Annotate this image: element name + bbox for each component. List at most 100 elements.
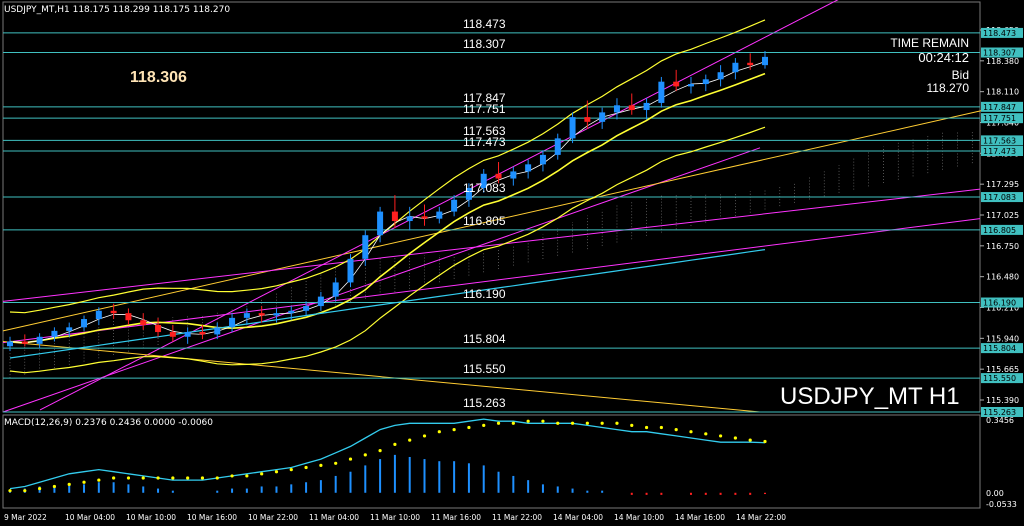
candle-bullish <box>95 310 102 320</box>
macd-signal-dot <box>437 430 441 434</box>
time-axis-label: 14 Mar 16:00 <box>675 513 725 522</box>
macd-signal-dot <box>422 434 427 438</box>
macd-header-info: MACD(12,26,9) 0.2376 0.2436 0.0000 -0.00… <box>4 418 214 428</box>
time-axis-label: 10 Mar 22:00 <box>248 513 298 522</box>
price-pane-border <box>2 1 981 413</box>
macd-signal-dot <box>659 425 663 430</box>
trend-line-magenta <box>2 147 761 413</box>
candle-bearish <box>199 332 206 335</box>
time-axis-label: 11 Mar 10:00 <box>370 513 420 522</box>
macd-signal-dot <box>585 421 589 425</box>
candle-bullish <box>406 216 413 222</box>
macd-signal-dot <box>452 428 456 432</box>
macd-signal-dot <box>378 449 382 453</box>
macd-signal-dot <box>704 432 708 436</box>
macd-signal-dot <box>230 474 234 478</box>
candle-bullish <box>214 327 221 335</box>
macd-signal-dot <box>334 461 338 465</box>
macd-signal-dot <box>363 453 367 457</box>
macd-signal-dot <box>556 421 560 425</box>
macd-signal-dot <box>763 439 767 444</box>
candle-bearish <box>125 313 132 321</box>
candle-bullish <box>658 81 665 103</box>
macd-signal-dot <box>171 476 175 480</box>
macd-signal-dot <box>511 421 515 425</box>
macd-signal-dot <box>541 419 545 423</box>
level-price-tag-text: 117.083 <box>983 193 1016 202</box>
chart-window: 118.650118.380118.110117.840117.570117.2… <box>0 0 1024 526</box>
candle-bearish <box>140 320 147 325</box>
candle-bearish <box>673 81 680 87</box>
macd-signal-dot <box>600 421 604 425</box>
time-axis-label: 14 Mar 22:00 <box>736 513 786 522</box>
macd-signal-dot <box>393 442 397 446</box>
price-tick-label: 115.665 <box>986 365 1019 374</box>
candle-bullish <box>184 332 191 337</box>
macd-signal-dot <box>260 472 264 476</box>
candle-bearish <box>155 324 162 333</box>
level-label: 115.263 <box>463 396 506 410</box>
price-tick-label: 118.110 <box>986 88 1019 97</box>
macd-tick-label: -0.0533 <box>986 500 1017 509</box>
candle-bullish <box>288 310 295 314</box>
candle-bullish <box>599 112 606 122</box>
candle-bullish <box>362 235 369 259</box>
macd-signal-dot <box>304 465 308 470</box>
level-label: 116.190 <box>463 286 506 301</box>
macd-pane-border <box>2 414 981 509</box>
price-tick-label: 116.480 <box>986 273 1019 282</box>
candle-bullish <box>613 105 620 113</box>
macd-signal-dot <box>186 476 190 480</box>
chart-header-info: USDJPY_MT,H1 118.175 118.299 118.175 118… <box>4 5 231 15</box>
bid-label: Bid <box>951 68 969 82</box>
macd-tick-label: 0.00 <box>986 489 1004 498</box>
macd-signal-dot <box>126 476 131 480</box>
time-axis-label: 9 Mar 2022 <box>4 513 47 522</box>
candle-bullish <box>303 306 310 311</box>
macd-signal-dot <box>496 421 501 425</box>
macd-signal-dot <box>141 476 145 480</box>
candle-bearish <box>391 211 398 222</box>
price-tick-label: 115.390 <box>986 396 1019 405</box>
macd-signal-dot <box>215 476 219 480</box>
level-label: 118.307 <box>463 36 506 51</box>
candle-bullish <box>717 72 724 80</box>
candle-bullish <box>377 211 384 236</box>
macd-signal-dot <box>82 480 86 484</box>
candle-bullish <box>243 313 250 318</box>
candle-bullish <box>332 282 339 297</box>
trend-line-magenta <box>2 188 981 302</box>
candle-bearish <box>258 313 265 316</box>
candle-bearish <box>21 341 28 344</box>
level-label: 115.804 <box>463 332 506 347</box>
candle-bearish <box>169 332 176 337</box>
candle-bullish <box>347 258 354 283</box>
macd-signal-dot <box>644 425 649 430</box>
candle-bearish <box>495 173 502 179</box>
macd-signal-dot <box>526 419 530 423</box>
bollinger-lower <box>9 126 766 374</box>
bid-value: 118.270 <box>926 81 970 95</box>
level-label: 117.473 <box>463 135 506 149</box>
macd-signal-dot <box>156 476 160 480</box>
candle-bullish <box>66 327 73 331</box>
candle-bullish <box>554 138 561 155</box>
level-price-tag-text: 118.473 <box>983 29 1016 38</box>
moving-average-fast <box>9 61 766 344</box>
trend-line-magenta <box>2 218 981 344</box>
candle-bullish <box>525 164 532 172</box>
level-price-tag-text: 115.550 <box>983 374 1016 383</box>
macd-signal-dot <box>319 463 323 468</box>
level-label: 116.805 <box>463 213 506 228</box>
macd-signal-dot <box>67 482 71 486</box>
macd-signal-dot <box>570 421 575 425</box>
level-price-tag-text: 117.473 <box>983 147 1016 156</box>
current-price-label: 118.306 <box>130 69 187 86</box>
time-axis-label: 14 Mar 04:00 <box>553 513 603 522</box>
price-tick-label: 115.940 <box>986 334 1019 343</box>
macd-signal-dot <box>274 470 279 474</box>
macd-signal-dot <box>733 436 737 440</box>
macd-signal-dot <box>8 489 12 493</box>
macd-signal-dot <box>482 423 486 427</box>
level-label: 118.473 <box>463 16 506 31</box>
